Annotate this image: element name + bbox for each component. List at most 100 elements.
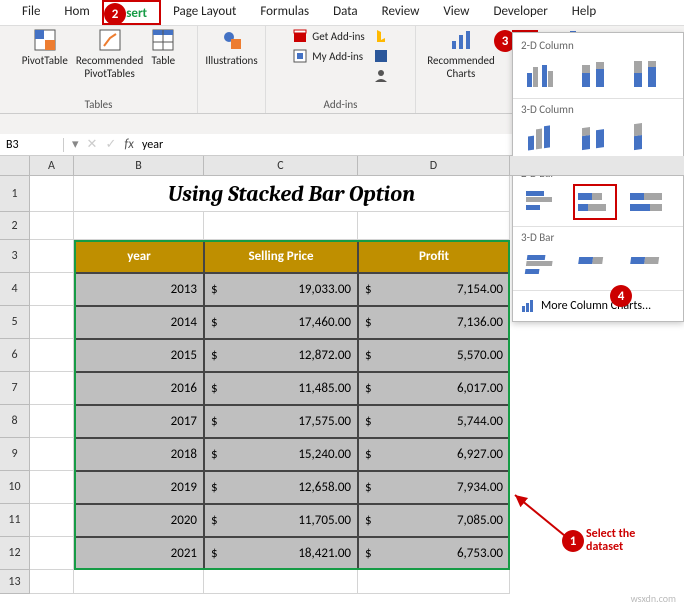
col-header-d[interactable]: D [358, 156, 510, 175]
row-header[interactable]: 3 [0, 240, 30, 273]
cell-year[interactable]: 2016 [74, 372, 204, 405]
cell-price[interactable]: $12,872.00 [204, 339, 358, 372]
row-header[interactable]: 11 [0, 504, 30, 537]
select-all-corner[interactable] [0, 156, 30, 175]
menu-help[interactable]: Help [560, 0, 608, 25]
cell[interactable] [30, 339, 74, 372]
cell-profit[interactable]: $6,017.00 [358, 372, 510, 405]
cell-year[interactable]: 2020 [74, 504, 204, 537]
col-header-b[interactable]: B [74, 156, 204, 175]
row-header[interactable]: 2 [0, 212, 30, 240]
stacked-column-3d-option[interactable] [573, 120, 617, 156]
cell-price[interactable]: $11,485.00 [204, 372, 358, 405]
cell[interactable] [204, 212, 358, 240]
grid-rows: 1 Using Stacked Bar Option 2 3 year Sell… [0, 176, 684, 594]
stacked-column-100-option[interactable] [625, 56, 669, 92]
menu-data[interactable]: Data [321, 0, 370, 25]
stacked-column-3d-100-option[interactable] [625, 120, 669, 156]
header-year[interactable]: year [74, 240, 204, 273]
cell[interactable] [74, 570, 204, 594]
header-price[interactable]: Selling Price [204, 240, 358, 273]
row-header[interactable]: 1 [0, 176, 30, 212]
header-profit[interactable]: Profit [358, 240, 510, 273]
cell-profit[interactable]: $6,927.00 [358, 438, 510, 471]
cell-profit[interactable]: $7,934.00 [358, 471, 510, 504]
my-addins-button[interactable]: My Add-ins [292, 48, 364, 64]
people-icon[interactable] [373, 68, 389, 84]
cell-profit[interactable]: $5,570.00 [358, 339, 510, 372]
cell-price[interactable]: $17,575.00 [204, 405, 358, 438]
cell-price[interactable]: $18,421.00 [204, 537, 358, 570]
cell-year[interactable]: 2017 [74, 405, 204, 438]
clustered-column-option[interactable] [521, 56, 565, 92]
row-header[interactable]: 10 [0, 471, 30, 504]
cell[interactable] [30, 504, 74, 537]
menu-formulas[interactable]: Formulas [248, 0, 321, 25]
chevron-down-icon[interactable]: ▾ [72, 137, 79, 152]
table-icon [151, 28, 175, 52]
stacked-column-option[interactable] [573, 56, 617, 92]
cell[interactable] [204, 570, 358, 594]
cell-price[interactable]: $15,240.00 [204, 438, 358, 471]
dd-2d-column: 2-D Column [513, 39, 683, 99]
cell-price[interactable]: $19,033.00 [204, 273, 358, 306]
cell[interactable] [30, 273, 74, 306]
recommended-pivottables-button[interactable]: Recommended PivotTables [76, 28, 143, 80]
menu-home[interactable]: Hom [52, 0, 101, 25]
cell-price[interactable]: $12,658.00 [204, 471, 358, 504]
row-header[interactable]: 12 [0, 537, 30, 570]
menu-view[interactable]: View [431, 0, 481, 25]
fx-icon[interactable]: fx [124, 137, 134, 152]
cell[interactable] [30, 240, 74, 273]
col-header-a[interactable]: A [30, 156, 74, 175]
row-header[interactable]: 8 [0, 405, 30, 438]
cell[interactable] [30, 438, 74, 471]
row-header[interactable]: 6 [0, 339, 30, 372]
row-header[interactable]: 13 [0, 570, 30, 594]
menu-developer[interactable]: Developer [481, 0, 559, 25]
table-button[interactable]: Table [151, 28, 175, 67]
col-header-c[interactable]: C [204, 156, 358, 175]
row-header[interactable]: 4 [0, 273, 30, 306]
recommended-charts-button[interactable]: Recommended Charts [427, 28, 494, 80]
title-cell[interactable]: Using Stacked Bar Option [74, 176, 510, 212]
cell[interactable] [358, 570, 510, 594]
cell-year[interactable]: 2015 [74, 339, 204, 372]
name-box[interactable]: B3 [0, 138, 64, 152]
cell[interactable] [30, 537, 74, 570]
cell[interactable] [30, 306, 74, 339]
cell-year[interactable]: 2021 [74, 537, 204, 570]
cell[interactable] [30, 570, 74, 594]
pivottable-button[interactable]: PivotTable [22, 28, 68, 67]
cell-year[interactable]: 2019 [74, 471, 204, 504]
cell[interactable] [30, 176, 74, 212]
illustrations-button[interactable]: Illustrations [205, 28, 257, 67]
cell-price[interactable]: $11,705.00 [204, 504, 358, 537]
row-header[interactable]: 9 [0, 438, 30, 471]
clustered-column-3d-option[interactable] [521, 120, 565, 156]
menu-review[interactable]: Review [370, 0, 432, 25]
row-header[interactable]: 7 [0, 372, 30, 405]
cell-profit[interactable]: $7,136.00 [358, 306, 510, 339]
cell-year[interactable]: 2014 [74, 306, 204, 339]
cell[interactable] [30, 212, 74, 240]
cell-year[interactable]: 2013 [74, 273, 204, 306]
cell-year[interactable]: 2018 [74, 438, 204, 471]
menu-file[interactable]: File [10, 0, 52, 25]
cell[interactable] [30, 471, 74, 504]
cell[interactable] [74, 212, 204, 240]
visio-icon[interactable] [373, 48, 389, 64]
cell-profit[interactable]: $7,154.00 [358, 273, 510, 306]
cell[interactable] [30, 372, 74, 405]
cell-price[interactable]: $17,460.00 [204, 306, 358, 339]
cell[interactable] [30, 405, 74, 438]
cell-profit[interactable]: $6,753.00 [358, 537, 510, 570]
row-header[interactable]: 5 [0, 306, 30, 339]
get-addins-button[interactable]: Get Add-ins [292, 28, 364, 44]
cell[interactable] [358, 212, 510, 240]
cell-profit[interactable]: $5,744.00 [358, 405, 510, 438]
bing-icon[interactable] [373, 28, 389, 44]
menu-pagelayout[interactable]: Page Layout [161, 0, 248, 25]
cell-profit[interactable]: $7,085.00 [358, 504, 510, 537]
formula-input[interactable]: year [142, 138, 163, 152]
